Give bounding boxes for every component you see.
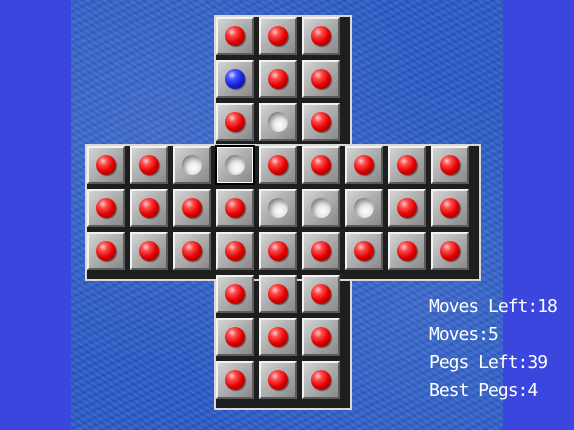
board-cell[interactable] — [216, 232, 254, 270]
empty-hole-icon[interactable] — [225, 155, 245, 175]
board-cell[interactable] — [216, 361, 254, 399]
red-peg-icon[interactable] — [225, 241, 245, 261]
red-peg-icon[interactable] — [225, 26, 245, 46]
board-cell[interactable] — [216, 103, 254, 141]
red-peg-icon[interactable] — [139, 198, 159, 218]
board-cell[interactable] — [87, 189, 125, 227]
board-cell[interactable] — [388, 232, 426, 270]
red-peg-icon[interactable] — [225, 198, 245, 218]
board-cell[interactable] — [302, 17, 340, 55]
blue-peg-icon[interactable] — [225, 69, 245, 89]
red-peg-icon[interactable] — [311, 327, 331, 347]
board-cell[interactable] — [388, 189, 426, 227]
board-cell[interactable] — [173, 189, 211, 227]
board-cell[interactable] — [130, 189, 168, 227]
board-cell[interactable] — [302, 189, 340, 227]
board-cell[interactable] — [431, 146, 469, 184]
board-cell[interactable] — [259, 60, 297, 98]
board-cell[interactable] — [259, 17, 297, 55]
red-peg-icon[interactable] — [311, 69, 331, 89]
red-peg-icon[interactable] — [96, 155, 116, 175]
board-cell[interactable] — [302, 103, 340, 141]
board-cell[interactable] — [302, 275, 340, 313]
board-cell[interactable] — [216, 17, 254, 55]
red-peg-icon[interactable] — [96, 241, 116, 261]
game-window: Moves Left:18 Moves:5 Pegs Left:39 Best … — [0, 0, 574, 430]
board-cell[interactable] — [302, 318, 340, 356]
red-peg-icon[interactable] — [440, 241, 460, 261]
board-cell[interactable] — [259, 275, 297, 313]
best-pegs-text: Best Pegs:4 — [429, 380, 538, 401]
board-cell[interactable] — [259, 232, 297, 270]
board-cell[interactable] — [130, 146, 168, 184]
board-cell[interactable] — [345, 146, 383, 184]
board-cell[interactable] — [302, 60, 340, 98]
board-cell[interactable] — [431, 189, 469, 227]
red-peg-icon[interactable] — [225, 112, 245, 132]
red-peg-icon[interactable] — [268, 26, 288, 46]
red-peg-icon[interactable] — [268, 284, 288, 304]
board-cell[interactable] — [302, 146, 340, 184]
red-peg-icon[interactable] — [225, 327, 245, 347]
red-peg-icon[interactable] — [311, 284, 331, 304]
red-peg-icon[interactable] — [182, 198, 202, 218]
board-cell[interactable] — [302, 232, 340, 270]
red-peg-icon[interactable] — [182, 241, 202, 261]
red-peg-icon[interactable] — [440, 155, 460, 175]
empty-hole-icon[interactable] — [268, 198, 288, 218]
stats-panel: Moves Left:18 Moves:5 Pegs Left:39 Best … — [429, 293, 558, 405]
board-cell[interactable] — [388, 146, 426, 184]
board-cell[interactable] — [216, 318, 254, 356]
board-cell[interactable] — [130, 232, 168, 270]
red-peg-icon[interactable] — [225, 284, 245, 304]
red-peg-icon[interactable] — [440, 198, 460, 218]
red-peg-icon[interactable] — [268, 327, 288, 347]
empty-hole-icon[interactable] — [268, 112, 288, 132]
board-cell[interactable] — [431, 232, 469, 270]
red-peg-icon[interactable] — [311, 241, 331, 261]
red-peg-icon[interactable] — [311, 26, 331, 46]
board-cell[interactable] — [259, 146, 297, 184]
board-cell[interactable] — [345, 232, 383, 270]
moves-left-text: Moves Left:18 — [429, 296, 558, 317]
red-peg-icon[interactable] — [96, 198, 116, 218]
moves-text: Moves:5 — [429, 324, 499, 345]
red-peg-icon[interactable] — [225, 370, 245, 390]
red-peg-icon[interactable] — [311, 370, 331, 390]
red-peg-icon[interactable] — [311, 112, 331, 132]
playfield: Moves Left:18 Moves:5 Pegs Left:39 Best … — [71, 0, 558, 430]
red-peg-icon[interactable] — [354, 241, 374, 261]
board-cell[interactable] — [302, 361, 340, 399]
pegs-left-text: Pegs Left:39 — [429, 352, 548, 373]
board-cell[interactable] — [259, 103, 297, 141]
board-cell[interactable] — [345, 189, 383, 227]
board-cell[interactable] — [216, 60, 254, 98]
red-peg-icon[interactable] — [397, 155, 417, 175]
board-cell[interactable] — [87, 146, 125, 184]
red-peg-icon[interactable] — [397, 241, 417, 261]
board-cell[interactable] — [173, 232, 211, 270]
red-peg-icon[interactable] — [268, 370, 288, 390]
board-cell[interactable] — [259, 318, 297, 356]
board-cell[interactable] — [259, 361, 297, 399]
red-peg-icon[interactable] — [311, 155, 331, 175]
red-peg-icon[interactable] — [268, 241, 288, 261]
red-peg-icon[interactable] — [139, 241, 159, 261]
board-cell[interactable] — [216, 275, 254, 313]
empty-hole-icon[interactable] — [354, 198, 374, 218]
board-cell[interactable] — [216, 189, 254, 227]
board-cell[interactable] — [215, 145, 255, 185]
red-peg-icon[interactable] — [268, 155, 288, 175]
board-cell[interactable] — [259, 189, 297, 227]
empty-hole-icon[interactable] — [311, 198, 331, 218]
empty-hole-icon[interactable] — [182, 155, 202, 175]
red-peg-icon[interactable] — [397, 198, 417, 218]
board-cell[interactable] — [87, 232, 125, 270]
red-peg-icon[interactable] — [268, 69, 288, 89]
red-peg-icon[interactable] — [139, 155, 159, 175]
board-cell[interactable] — [173, 146, 211, 184]
red-peg-icon[interactable] — [354, 155, 374, 175]
